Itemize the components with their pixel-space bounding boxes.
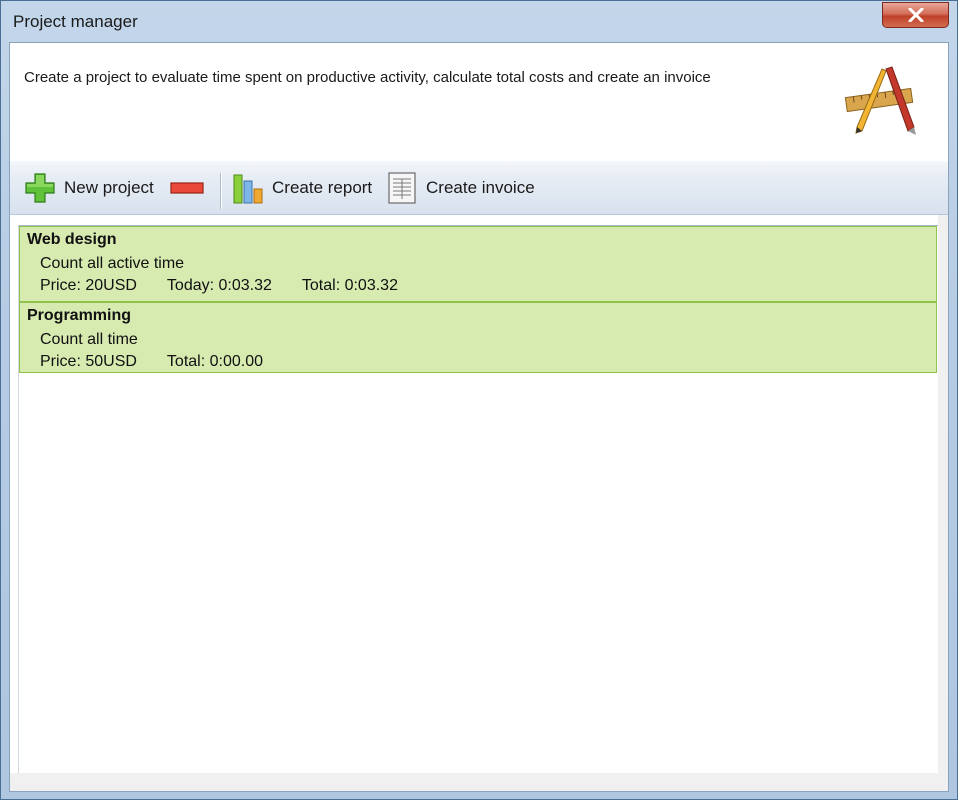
new-project-button[interactable]: New project bbox=[24, 169, 154, 207]
plus-icon bbox=[25, 173, 55, 203]
project-price: Price: 20USD bbox=[40, 277, 137, 294]
design-tools-icon bbox=[844, 66, 916, 135]
client-area: Create a project to evaluate time spent … bbox=[9, 42, 949, 792]
minus-icon bbox=[170, 182, 204, 194]
close-icon bbox=[908, 8, 923, 22]
bottom-strip bbox=[10, 773, 948, 791]
create-invoice-label: Create invoice bbox=[426, 178, 535, 197]
header-description: Create a project to evaluate time spent … bbox=[24, 69, 711, 86]
remove-project-button[interactable] bbox=[170, 169, 204, 207]
project-total: Total: 0:03.32 bbox=[301, 277, 398, 294]
bar-chart-icon bbox=[233, 174, 263, 204]
create-invoice-button[interactable]: Create invoice bbox=[386, 169, 535, 207]
project-stats: Price: 50USD Total: 0:00.00 bbox=[40, 353, 293, 371]
project-manager-window: Project manager Create a project to eval… bbox=[0, 0, 958, 800]
project-today: Today: 0:03.32 bbox=[166, 277, 272, 294]
project-name: Web design bbox=[27, 231, 117, 248]
header-panel: Create a project to evaluate time spent … bbox=[10, 43, 948, 161]
project-name: Programming bbox=[27, 307, 132, 324]
toolbar: New project Create report Create invoice bbox=[10, 161, 948, 215]
toolbar-separator bbox=[220, 173, 221, 209]
create-report-button[interactable]: Create report bbox=[232, 169, 372, 207]
project-item-programming[interactable]: Programming Count all time Price: 50USD T… bbox=[19, 302, 937, 373]
close-button[interactable] bbox=[882, 2, 949, 28]
project-count-mode: Count all active time bbox=[40, 255, 185, 272]
project-price: Price: 50USD bbox=[40, 353, 137, 370]
window-title: Project manager bbox=[13, 12, 138, 31]
list-edge bbox=[938, 215, 948, 775]
invoice-icon bbox=[388, 172, 416, 204]
title-bar[interactable]: Project manager bbox=[1, 1, 957, 41]
project-stats: Price: 20USD Today: 0:03.32 Total: 0:03.32 bbox=[40, 277, 428, 295]
project-count-mode: Count all time bbox=[40, 331, 138, 348]
project-item-web-design[interactable]: Web design Count all active time Price: … bbox=[19, 226, 937, 302]
create-report-label: Create report bbox=[272, 178, 373, 197]
project-list: Web design Count all active time Price: … bbox=[18, 225, 938, 781]
project-total: Total: 0:00.00 bbox=[166, 353, 263, 370]
new-project-label: New project bbox=[64, 178, 154, 197]
